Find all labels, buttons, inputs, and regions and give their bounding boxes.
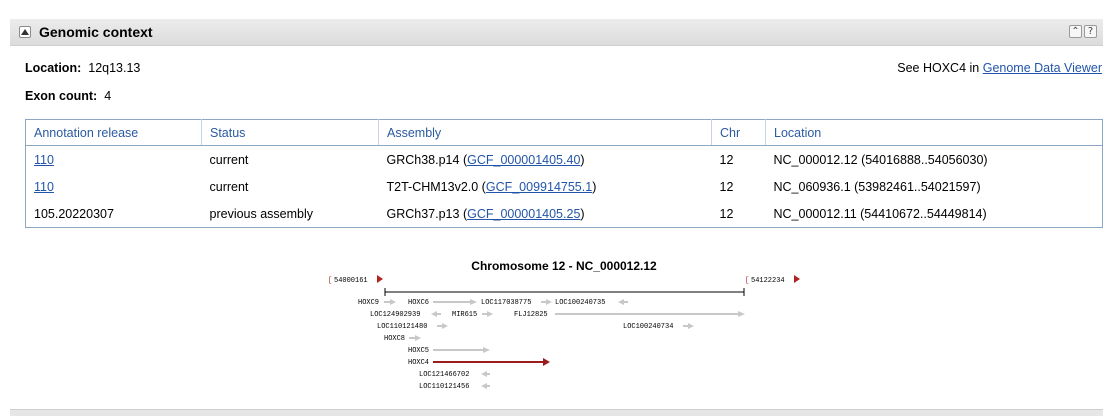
graphic-title: Chromosome 12 - NC_000012.12 [471, 259, 657, 273]
scale-ruler [384, 288, 745, 296]
assembly-accession-link[interactable]: GCF_000001405.25 [467, 207, 580, 221]
gene-map-svg[interactable]: Chromosome 12 - NC_000012.12 [ 54000161 … [0, 250, 1112, 400]
gene-arrow-icon [618, 299, 624, 305]
gene-label-loc100240734: LOC100240734 [623, 323, 673, 331]
table-row: 110 current GRCh38.p14 (GCF_000001405.40… [26, 146, 1103, 174]
chr-cell: 12 [719, 206, 734, 221]
genomic-context-graphic[interactable]: Chromosome 12 - NC_000012.12 [ 54000161 … [0, 250, 1112, 400]
gene-arrow-icon [483, 347, 490, 353]
chr-cell: 12 [719, 152, 734, 167]
gene-arrow-icon [738, 311, 745, 317]
section-title: Genomic context [39, 24, 153, 40]
gene-label-loc124902939: LOC124902939 [370, 311, 420, 319]
status-cell: current [209, 179, 249, 194]
gene-label-hoxc9: HOXC9 [358, 299, 379, 307]
location-cell: NC_000012.12 (54016888..54056030) [773, 152, 988, 167]
exon-count-label: Exon count: [25, 89, 98, 103]
status-cell: previous assembly [209, 206, 314, 221]
table-row: 110 current T2T-CHM13v2.0 (GCF_009914755… [26, 173, 1103, 200]
triangle-up-icon [21, 29, 29, 35]
gene-arrow-icon [442, 323, 448, 329]
table-row: 105.20220307 previous assembly GRCh37.p1… [26, 200, 1103, 228]
gene-arrow-icon [543, 358, 550, 366]
assembly-name: GRCh38.p14 [386, 152, 460, 167]
right-arrow-icon [794, 275, 800, 283]
collapse-toggle-button[interactable] [19, 26, 31, 38]
left-arrow-icon [377, 275, 383, 283]
assembly-cell: T2T-CHM13v2.0 (GCF_009914755.1) [386, 179, 597, 194]
right-coordinate-marker: [ 54122234 [745, 275, 800, 285]
gene-label-loc110121480: LOC110121480 [377, 323, 427, 331]
gene-arrow-icon [431, 311, 437, 317]
gene-arrow-icon [481, 383, 487, 389]
gene-label-hoxc5: HOXC5 [408, 347, 429, 355]
table-header-row: Annotation release Status Assembly Chr L… [25, 119, 1103, 146]
location-cell: NC_000012.11 (54410672..54449814) [773, 206, 987, 221]
column-header: Annotation release [25, 119, 202, 146]
assembly-name: GRCh37.p13 [386, 206, 460, 221]
annotation-release-link[interactable]: 110 [34, 153, 54, 167]
help-icon[interactable]: ? [1084, 25, 1097, 38]
gene-label-loc117038775: LOC117038775 [481, 299, 531, 307]
gene-label-loc110121456: LOC110121456 [419, 383, 469, 391]
column-header: Assembly [378, 119, 712, 146]
location-line: Location: 12q13.13 [25, 61, 140, 75]
annotation-table: Annotation release Status Assembly Chr L… [25, 119, 1103, 228]
gene-label-loc121466702: LOC121466702 [419, 371, 469, 379]
assembly-cell: GRCh38.p14 (GCF_000001405.40) [386, 152, 585, 167]
column-header: Status [201, 119, 379, 146]
column-header: Chr [711, 119, 766, 146]
genomic-context-header: Genomic context ⌃ ? [10, 19, 1103, 46]
svg-text:[: [ [745, 277, 749, 285]
svg-text:[: [ [328, 277, 332, 285]
exon-count-value: 4 [104, 89, 112, 103]
status-cell: current [209, 152, 249, 167]
gene-label-hoxc6: HOXC6 [408, 299, 429, 307]
gene-label-mir615: MIR615 [452, 311, 477, 319]
right-coordinate: 54122234 [751, 277, 785, 285]
gene-label-hoxc4: HOXC4 [408, 359, 429, 367]
scroll-top-icon[interactable]: ⌃ [1069, 25, 1082, 38]
gene-arrow-icon [470, 299, 477, 305]
gene-arrow-icon [688, 323, 694, 329]
assembly-accession-link[interactable]: GCF_000001405.40 [467, 153, 580, 167]
left-coordinate-marker: [ 54000161 [328, 275, 383, 285]
exon-count-line: Exon count: 4 [25, 89, 111, 103]
location-value: 12q13.13 [88, 61, 141, 75]
see-gene-text: See HOXC4 in [897, 61, 983, 75]
genome-data-viewer-link[interactable]: Genome Data Viewer [983, 61, 1102, 75]
annotation-release-link[interactable]: 110 [34, 180, 54, 194]
gene-arrow-icon [390, 299, 396, 305]
location-cell: NC_060936.1 (53982461..54021597) [773, 179, 981, 194]
gene-label-loc100240735: LOC100240735 [555, 299, 605, 307]
gene-arrow-icon [481, 371, 487, 377]
left-coordinate: 54000161 [334, 277, 368, 285]
gene-label-hoxc8: HOXC8 [384, 335, 405, 343]
assembly-name: T2T-CHM13v2.0 [386, 179, 479, 194]
see-gene-line: See HOXC4 in Genome Data Viewer [897, 61, 1102, 75]
assembly-cell: GRCh37.p13 (GCF_000001405.25) [386, 206, 585, 221]
gene-arrow-icon [415, 335, 421, 341]
chr-cell: 12 [719, 179, 734, 194]
annotation-release-text: 105.20220307 [34, 206, 114, 221]
gene-label-flj12825: FLJ12825 [514, 311, 548, 319]
column-header: Location [765, 119, 1103, 146]
gene-arrow-icon [487, 311, 493, 317]
assembly-accession-link[interactable]: GCF_009914755.1 [486, 180, 592, 194]
gene-arrow-icon [546, 299, 552, 305]
location-label: Location: [25, 61, 82, 75]
